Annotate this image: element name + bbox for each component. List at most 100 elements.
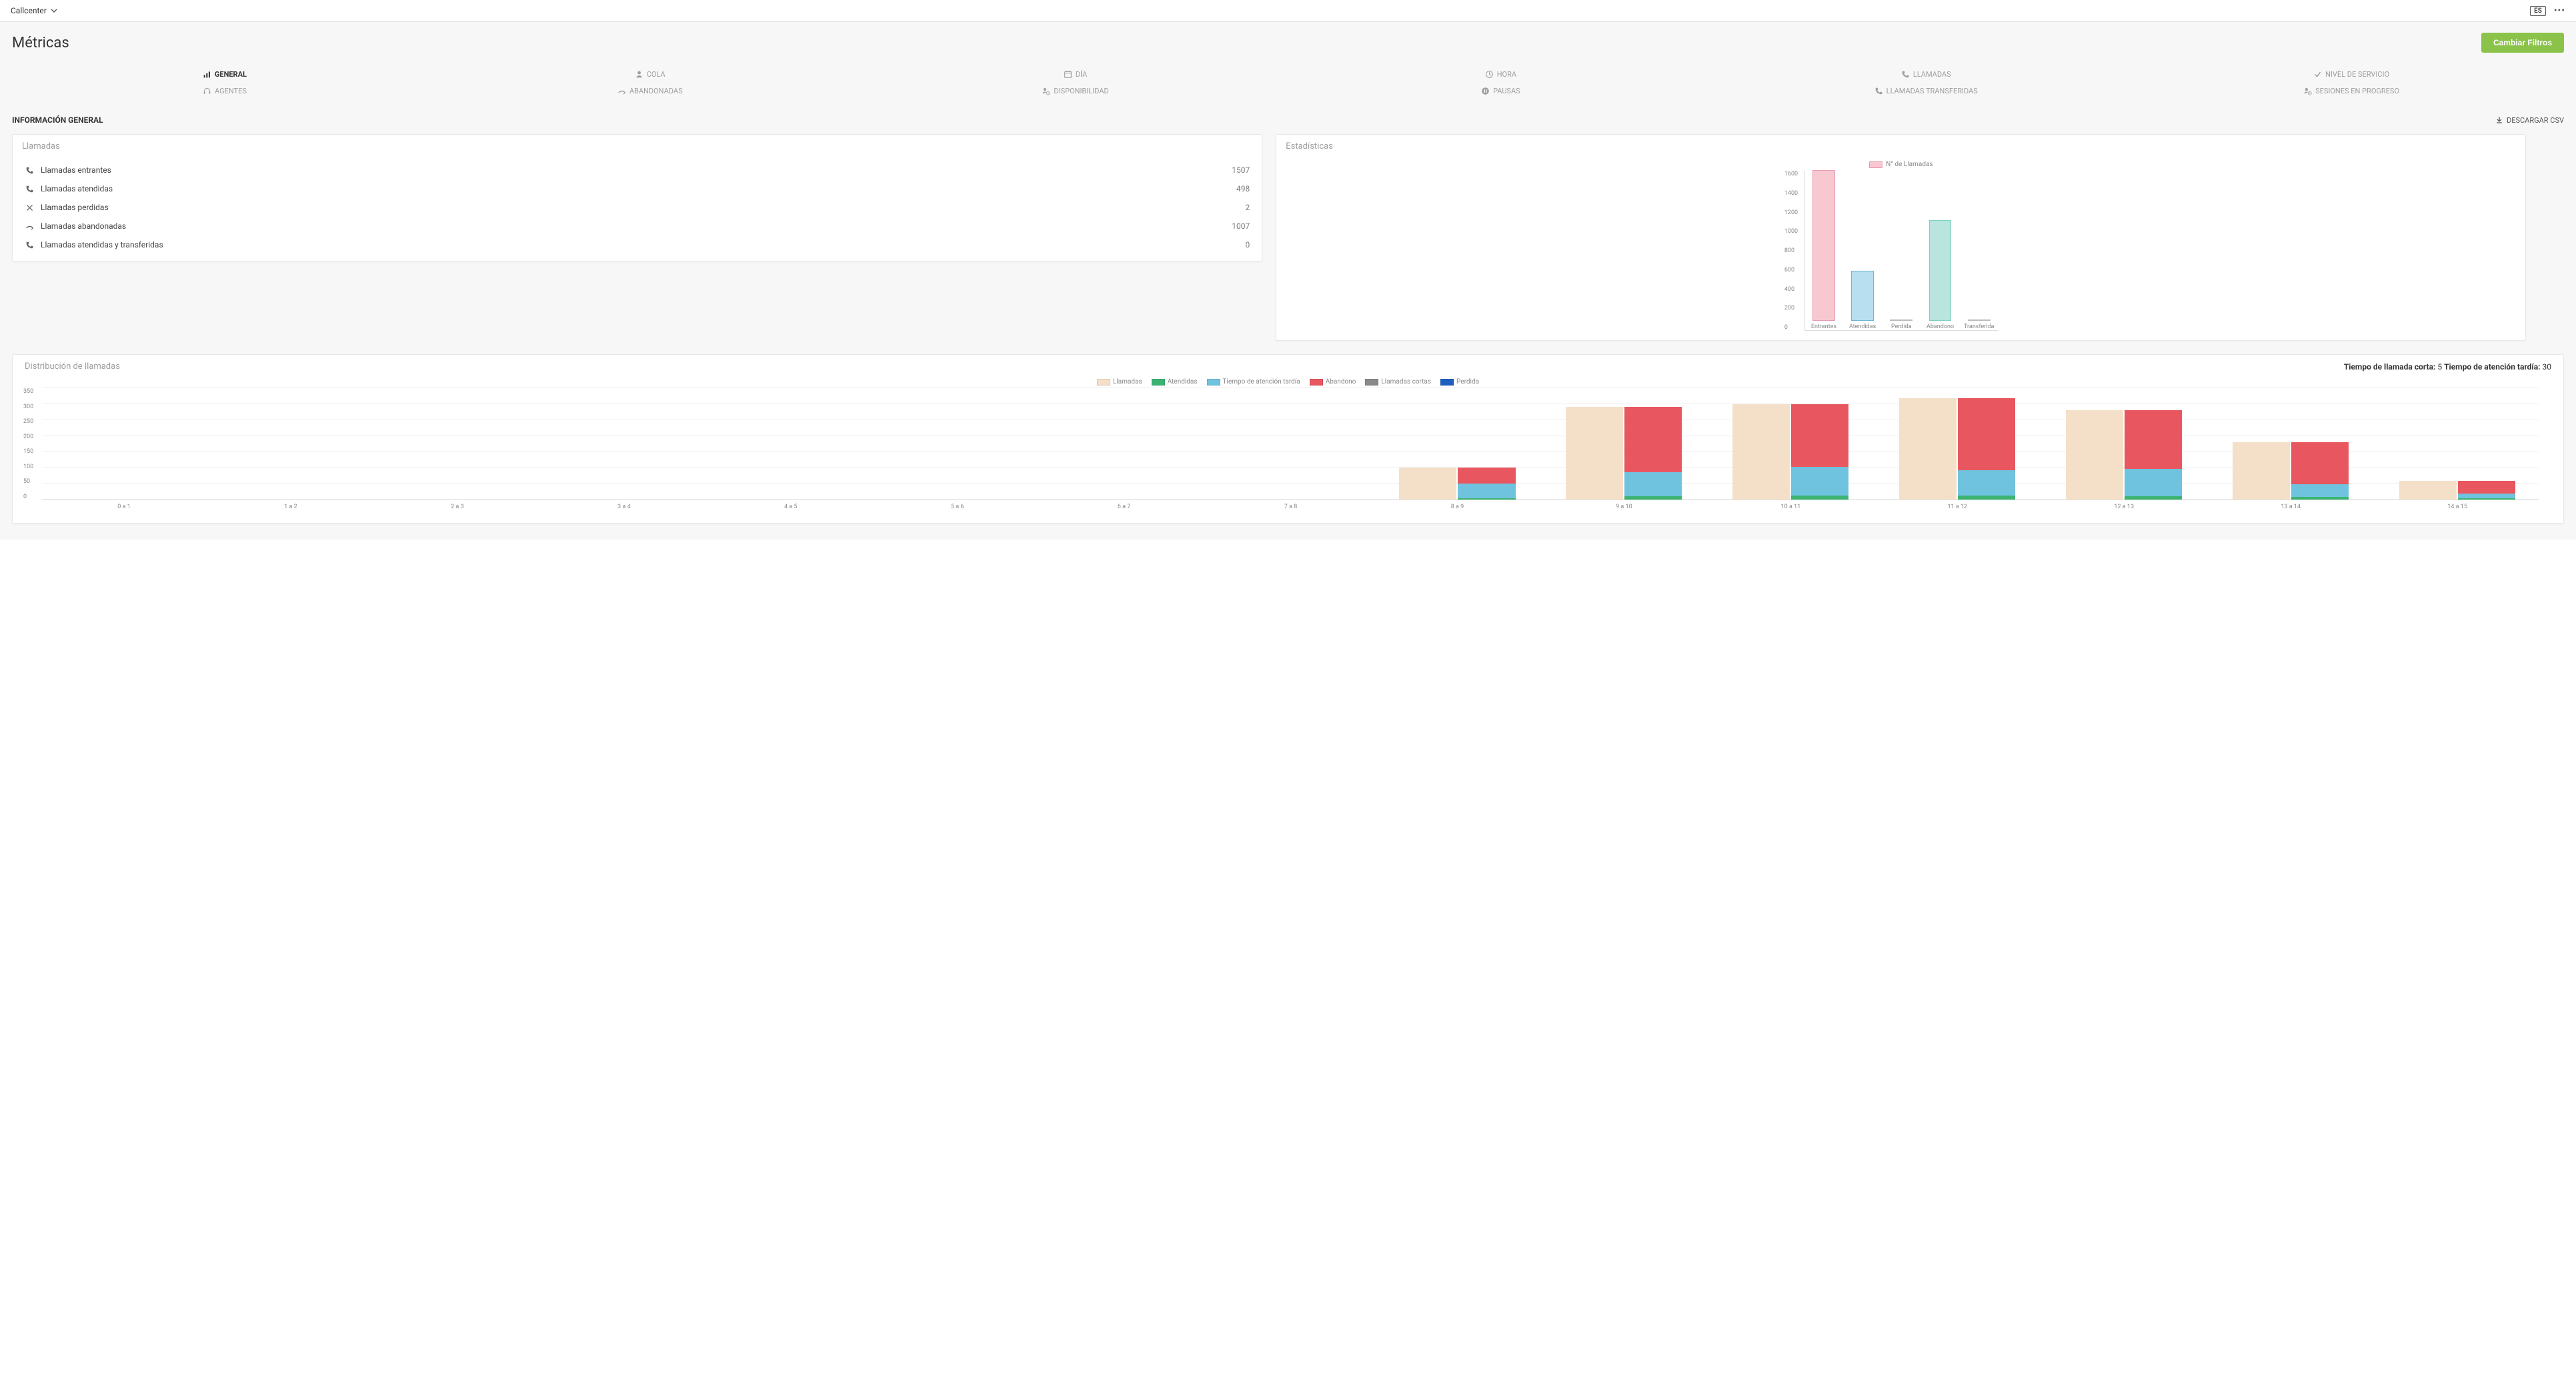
dist-slot: 11 a 12 [1875,388,2039,500]
dist-bar-stack [1458,468,1515,500]
language-switcher[interactable]: ES [2530,6,2546,16]
dist-slot: 12 a 13 [2042,388,2206,500]
tab-label: Abandonadas [629,87,683,95]
seg-abandono [1958,398,2015,470]
seg-abandono [1458,468,1515,484]
seg-atendidas [1791,496,1848,500]
estadisticas-card-title: Estadísticas [1276,135,2525,161]
bar-label: Entrantes [1811,323,1836,330]
dist-xlabel: 10 a 11 [1781,504,1801,510]
bar-chart-area: EntrantesAtendidasPerdidaAbandonoTransfe… [1804,171,1998,331]
tab-label: Agentes [215,87,247,95]
seg-tardia [1958,470,2015,496]
estadisticas-card: Estadísticas N° de Llamadas 160014001200… [1276,134,2526,341]
distribucion-title: Distribución de llamadas [25,362,120,372]
dist-xlabel: 1 a 2 [284,504,297,510]
stat-label-text: Llamadas atendidas y transferidas [41,240,163,249]
tab-label: Llamadas [1913,70,1951,79]
seg-abandono [1624,407,1682,472]
bar [1968,319,1991,321]
dist-slot: 3 a 4 [542,388,706,500]
tab-general[interactable]: General [12,66,437,83]
tab-label: Día [1076,70,1087,79]
change-filters-button[interactable]: Cambiar Filtros [2481,33,2564,53]
download-csv-label: Descargar CSV [2507,116,2564,125]
more-menu-icon[interactable]: ••• [2554,5,2565,16]
seg-llamadas [1899,398,1957,500]
dist-xlabel: 6 a 7 [1118,504,1130,510]
tab-disponibilidad[interactable]: Disponibilidad [863,83,1288,99]
stat-label-text: Llamadas entrantes [41,165,111,175]
dist-slot: 9 a 10 [1542,388,1706,500]
tab-label: Pausas [1493,87,1520,95]
clock-icon [1485,70,1494,79]
bar [1929,220,1952,321]
bar [1812,170,1835,321]
headset-icon [203,87,211,95]
tab-nivel-de-servicio[interactable]: Nivel de Servicio [2139,66,2564,83]
tab-label: Hora [1497,70,1516,79]
dist-xlabel: 14 a 15 [2447,504,2467,510]
seg-tardia [2291,484,2349,497]
dist-bar-stack [1791,404,1848,500]
tab-label: Disponibilidad [1054,87,1108,95]
phone-fwd-icon [1874,87,1883,95]
legend-item: Perdida [1440,378,1479,386]
legend-swatch [1152,379,1165,386]
tab-cola[interactable]: Cola [437,66,863,83]
seg-llamadas [1732,404,1790,500]
legend-text: Llamadas cortas [1381,378,1431,386]
section-title: Información General [12,115,103,125]
missed-icon [25,221,34,231]
seg-tardia [2125,469,2182,496]
bar-col: Abandono [1924,220,1956,330]
dist-bar-llamadas [1399,468,1456,500]
distribucion-card: Distribución de llamadas Tiempo de llama… [12,354,2564,524]
tab-label: Cola [647,70,666,79]
seg-abandono [2291,442,2349,484]
dist-xlabel: 8 a 9 [1451,504,1464,510]
dist-bar-stack [2291,442,2349,500]
dist-slot: 7 a 8 [1209,388,1373,500]
legend-item: Atendidas [1152,378,1198,386]
tab-sesiones-en-progreso[interactable]: Sesiones en Progreso [2139,83,2564,99]
legend-label: N° de Llamadas [1886,161,1933,168]
dist-bar-llamadas [2399,481,2457,500]
tab-label: Sesiones en Progreso [2315,87,2399,95]
phone-in-icon [25,184,34,193]
stat-label-text: Llamadas abandonadas [41,221,126,231]
seg-atendidas [1458,498,1515,500]
topbar: Callcenter ES ••• [0,0,2576,22]
download-icon [2495,116,2503,124]
dist-y-ticks: 350300250200150100500 [23,388,33,500]
seg-tardia [1624,472,1682,496]
dist-xlabel: 3 a 4 [617,504,630,510]
tab-hora[interactable]: Hora [1288,66,1713,83]
legend-swatch [1097,379,1110,386]
page-title: Métricas [12,35,69,51]
estadisticas-legend: N° de Llamadas [1869,161,1933,168]
stat-row: Llamadas atendidas498 [13,179,1262,198]
app-switcher[interactable]: Callcenter [11,6,57,15]
tab-llamadas-transferidas[interactable]: Llamadas Transferidas [1713,83,2139,99]
tab-label: Nivel de Servicio [2325,70,2389,79]
bar [1890,319,1912,321]
tab-pausas[interactable]: Pausas [1288,83,1713,99]
phone-in-icon [25,165,34,175]
late-attn-label: Tiempo de atención tardía: [2444,362,2540,372]
bar-label: Transferida [1964,323,1994,330]
tab-abandonadas[interactable]: Abandonadas [437,83,863,99]
download-csv-button[interactable]: Descargar CSV [2495,116,2564,125]
stat-value: 498 [1236,184,1250,193]
stat-row: Llamadas abandonadas1007 [13,217,1262,235]
legend-item: Tiempo de atención tardía [1207,378,1300,386]
dist-slot: 8 a 9 [1376,388,1540,500]
tab-agentes[interactable]: Agentes [12,83,437,99]
y-axis-ticks: 16001400120010008006004002000 [1784,171,1798,331]
dist-xlabel: 13 a 14 [2281,504,2301,510]
bar-label: Abandono [1926,323,1954,330]
tab-día[interactable]: Día [863,66,1288,83]
legend-swatch [1440,379,1454,386]
tab-llamadas[interactable]: Llamadas [1713,66,2139,83]
stat-label-text: Llamadas perdidas [41,203,109,212]
